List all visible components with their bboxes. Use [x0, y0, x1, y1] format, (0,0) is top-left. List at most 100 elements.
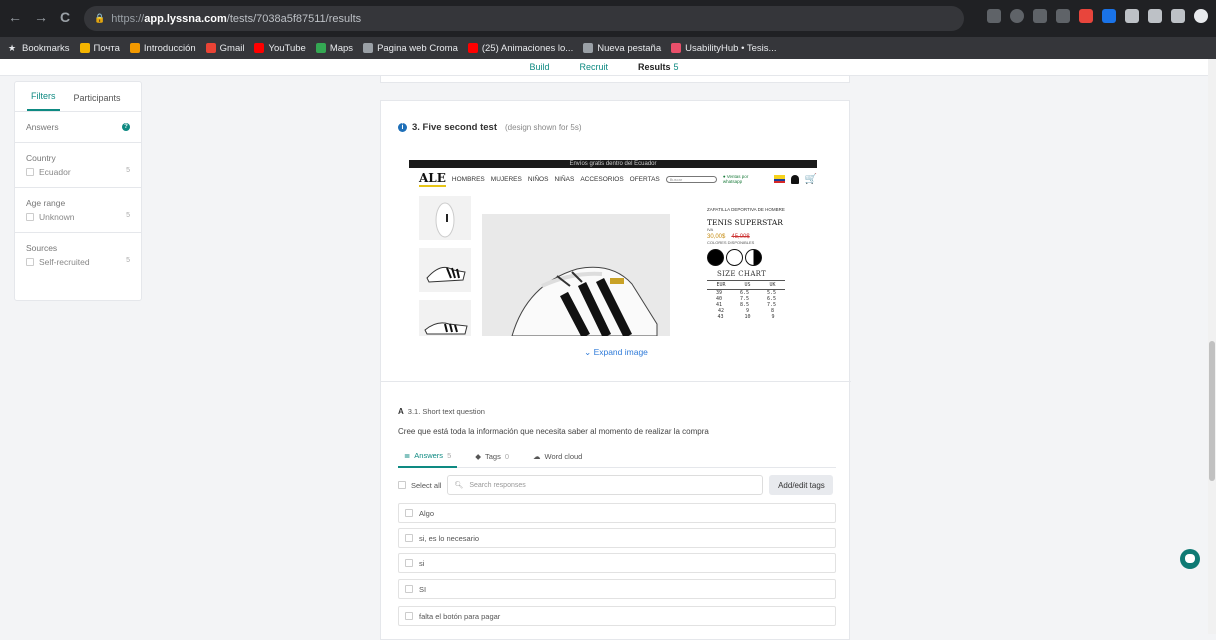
bookmark-item[interactable]: (25) Animaciones lo...: [467, 42, 574, 54]
filter-title: Age range: [26, 198, 66, 208]
tax-note: IVA: [707, 227, 714, 232]
bookmark-label: (25) Animaciones lo...: [481, 42, 574, 54]
answer-checkbox[interactable]: [405, 534, 413, 542]
list-icon: ≣: [404, 451, 411, 460]
filter-title: Sources: [26, 243, 58, 253]
bookmark-item[interactable]: YouTube: [254, 42, 306, 54]
size-header: UK: [769, 282, 776, 288]
results-count: 5: [673, 62, 679, 72]
sidepanel-icon[interactable]: [1171, 9, 1185, 23]
subquestion-title: A 3.1. Short text question: [398, 407, 485, 416]
star-icon[interactable]: [1056, 9, 1070, 23]
tab-answers[interactable]: ≣ Answers 5: [398, 446, 458, 468]
shop-nav-item: ACCESORIOS: [580, 175, 624, 183]
filter-option: Ecuador: [39, 167, 71, 177]
colors-label: COLORES DISPONIBLES: [707, 240, 755, 245]
product-main-image: [482, 214, 670, 336]
reload-button[interactable]: C: [60, 9, 70, 25]
translate-icon[interactable]: [987, 9, 1001, 23]
question-title: i 3. Five second test (design shown for …: [398, 122, 582, 133]
answer-row[interactable]: si: [398, 553, 836, 573]
answer-row[interactable]: si, es lo necesario: [398, 528, 836, 548]
bookmark-favicon-icon: [254, 43, 265, 53]
select-all[interactable]: Select all: [398, 481, 441, 490]
zoom-icon[interactable]: [1010, 9, 1024, 23]
answer-row[interactable]: falta el botón para pagar: [398, 606, 836, 626]
tab-tags-label: Tags: [485, 452, 501, 461]
size-chart-header: EUR US UK: [707, 281, 785, 290]
reading-list-icon[interactable]: [1148, 9, 1162, 23]
profile-avatar-icon[interactable]: [1194, 9, 1208, 23]
scrollbar-thumb[interactable]: [1209, 341, 1215, 481]
question-subtitle: (design shown for 5s): [505, 123, 582, 132]
filter-answers-label: Answers: [26, 122, 59, 132]
answer-checkbox[interactable]: [405, 612, 413, 620]
chat-support-button[interactable]: [1180, 549, 1200, 569]
filter-age-range: Age range Unknown 5: [15, 188, 141, 233]
step-build[interactable]: Build: [529, 62, 549, 72]
bookmark-favicon-icon: [205, 43, 216, 53]
bookmark-label: Introducción: [143, 42, 196, 54]
previous-card-bottom: [380, 76, 850, 83]
select-all-checkbox[interactable]: [398, 481, 406, 489]
expand-image-link[interactable]: ⌄ Expand image: [381, 347, 851, 358]
step-results[interactable]: Results 5: [638, 62, 679, 72]
step-recruit[interactable]: Recruit: [579, 62, 608, 72]
help-icon[interactable]: ?: [122, 123, 130, 131]
bookmark-item[interactable]: Почта: [79, 43, 120, 54]
answer-row[interactable]: Algo: [398, 503, 836, 523]
url-host: app.lyssna.com: [144, 12, 227, 25]
bookmark-item[interactable]: ★ Bookmarks: [8, 43, 70, 54]
bookmark-favicon-icon: [315, 43, 326, 53]
answer-text: si: [419, 558, 425, 568]
filter-count: 5: [126, 167, 130, 174]
bookmark-item[interactable]: Nueva pestaña: [583, 43, 661, 54]
answer-checkbox[interactable]: [405, 585, 413, 593]
design-image[interactable]: Envíos gratis dentro del Ecuador ALE HOM…: [409, 160, 817, 336]
filter-sources: Sources Self-recruited 5: [15, 233, 141, 277]
bookmark-label: Pagina web Croma: [377, 42, 458, 54]
back-button[interactable]: ←: [8, 9, 22, 25]
filter-title: Country: [26, 153, 56, 163]
size-chart-table: EUR US UK 39 6.5 5.5 40 7.5 6.5 41 8.5 7.5 42 9…: [707, 280, 785, 320]
tab-tags[interactable]: ◆ Tags 0: [469, 446, 515, 468]
answer-row[interactable]: SI: [398, 579, 836, 599]
checkbox[interactable]: [26, 213, 34, 221]
address-bar[interactable]: 🔒 https:// app.lyssna.com /tests/7038a5f…: [84, 6, 964, 31]
bookmark-item[interactable]: Pagina web Croma: [363, 43, 458, 54]
bookmark-item[interactable]: UsabilityHub • Tesis...: [671, 43, 776, 54]
tab-tags-count: 0: [504, 452, 510, 461]
bookmark-label: YouTube: [268, 42, 306, 54]
extension-blue-icon[interactable]: [1102, 9, 1116, 23]
extension-red-icon[interactable]: [1079, 9, 1093, 23]
tab-participants[interactable]: Participants: [74, 93, 121, 111]
ecuador-flag-icon: [773, 175, 785, 183]
tab-word-cloud[interactable]: ☁ Word cloud: [527, 446, 588, 468]
answer-text: si, es lo necesario: [419, 533, 480, 543]
shop-search: Buscar: [665, 175, 717, 183]
tab-filters[interactable]: Filters: [27, 91, 60, 111]
shop-nav: ALE HOMBRES MUJERES NIÑOS NIÑAS ACCESORI…: [419, 171, 817, 187]
bookmark-label: Bookmarks: [22, 42, 70, 54]
scrollbar[interactable]: [1208, 59, 1216, 634]
search-responses-input[interactable]: 🔍︎ Search responses: [447, 475, 764, 495]
step-results-label: Results: [638, 62, 671, 72]
bookmark-item[interactable]: Introducción: [129, 42, 196, 54]
divider: [381, 381, 851, 382]
share-icon[interactable]: [1033, 9, 1047, 23]
checkbox[interactable]: [26, 258, 34, 266]
checkbox[interactable]: [26, 168, 34, 176]
bookmark-label: UsabilityHub • Tesis...: [685, 42, 777, 54]
info-icon: i: [398, 123, 407, 132]
answer-checkbox[interactable]: [405, 509, 413, 517]
filter-answers[interactable]: Answers?: [15, 112, 141, 143]
answer-checkbox[interactable]: [405, 559, 413, 567]
bookmark-item[interactable]: Maps: [315, 43, 353, 54]
puzzle-icon[interactable]: [1125, 9, 1139, 23]
bookmark-item[interactable]: Gmail: [205, 43, 244, 54]
forward-button[interactable]: →: [34, 9, 48, 25]
add-edit-tags-button[interactable]: Add/edit tags: [769, 475, 834, 495]
swatch-black: [707, 249, 724, 266]
shop-nav-item: NIÑOS: [527, 175, 549, 183]
user-icon: [790, 174, 799, 184]
